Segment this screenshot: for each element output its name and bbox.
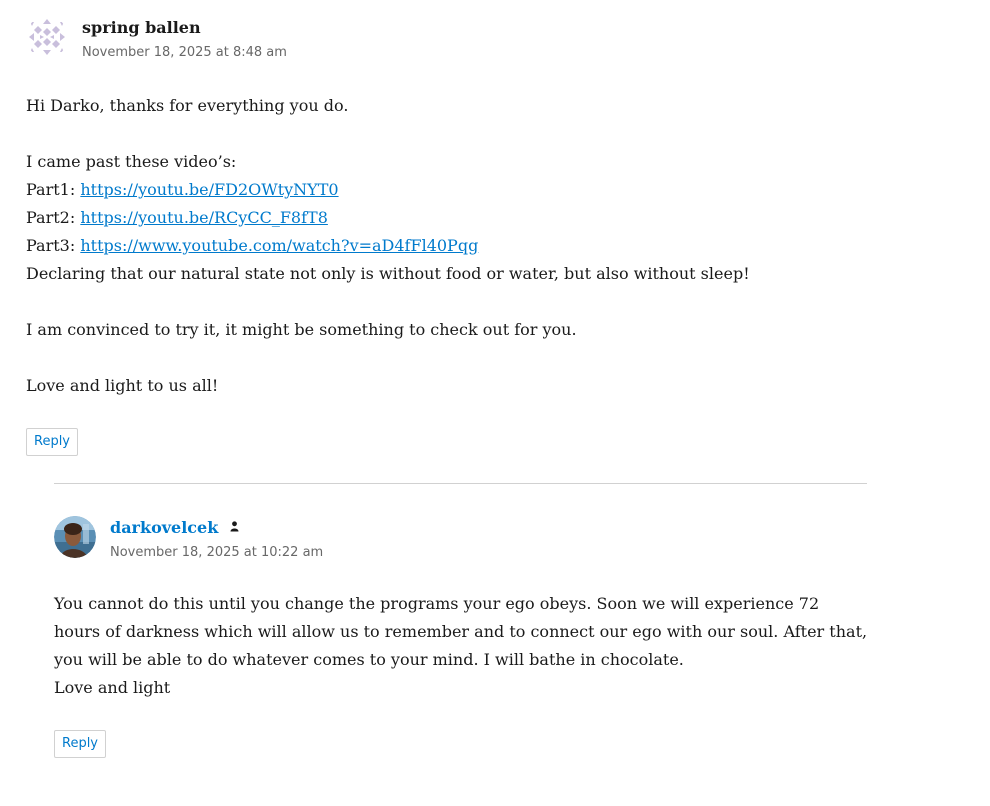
- comment-content: Hi Darko, thanks for everything you do. …: [26, 92, 886, 400]
- comment-convinced: I am convinced to try it, it might be so…: [26, 320, 577, 339]
- part1-video-link[interactable]: https://youtu.be/FD2OWtyNYT0: [80, 180, 338, 199]
- comment-intro: I came past these video’s:: [26, 152, 237, 171]
- comment-divider: [54, 483, 867, 484]
- author-photo-avatar: [54, 516, 96, 558]
- part3-label: Part3:: [26, 236, 81, 255]
- comment-date-link[interactable]: November 18, 2025 at 8:48 am: [82, 45, 287, 60]
- part3-video-link[interactable]: https://www.youtube.com/watch?v=aD4fFl40…: [80, 236, 478, 255]
- identicon-avatar: [26, 16, 68, 58]
- comment-part2: Part2: https://youtu.be/RCyCC_F8fT8: [26, 204, 886, 232]
- reply-button[interactable]: Reply: [54, 730, 107, 758]
- comment-part1: Part1: https://youtu.be/FD2OWtyNYT0: [26, 176, 886, 204]
- comment-closing: Love and light to us all!: [26, 376, 219, 395]
- comment-author-link[interactable]: darkovelcek: [110, 518, 239, 538]
- comment-part3: Part3: https://www.youtube.com/watch?v=a…: [26, 232, 886, 260]
- author-name: darkovelcek: [110, 518, 219, 537]
- reply-button[interactable]: Reply: [26, 428, 79, 456]
- comment-meta: darkovelcek November 18, 2025 at 10:22 a…: [54, 514, 868, 562]
- comment-date-link[interactable]: November 18, 2025 at 10:22 am: [110, 545, 323, 560]
- comment-author: spring ballen: [82, 18, 201, 37]
- user-icon: [230, 517, 239, 536]
- comment-declaring: Declaring that our natural state not onl…: [26, 264, 750, 283]
- part1-label: Part1:: [26, 180, 81, 199]
- avatar: [26, 16, 68, 58]
- part2-label: Part2:: [26, 208, 81, 227]
- comment-spring-ballen: spring ballen November 18, 2025 at 8:48 …: [26, 14, 886, 456]
- comment-meta: spring ballen November 18, 2025 at 8:48 …: [26, 14, 886, 62]
- comment-content: You cannot do this until you change the …: [54, 590, 868, 702]
- comment-paragraph: You cannot do this until you change the …: [54, 594, 868, 669]
- part2-video-link[interactable]: https://youtu.be/RCyCC_F8fT8: [80, 208, 328, 227]
- comment-greeting: Hi Darko, thanks for everything you do.: [26, 96, 349, 115]
- comment-closing: Love and light: [54, 678, 171, 697]
- comment-darkovelcek: darkovelcek November 18, 2025 at 10:22 a…: [54, 514, 868, 758]
- avatar: [54, 516, 96, 558]
